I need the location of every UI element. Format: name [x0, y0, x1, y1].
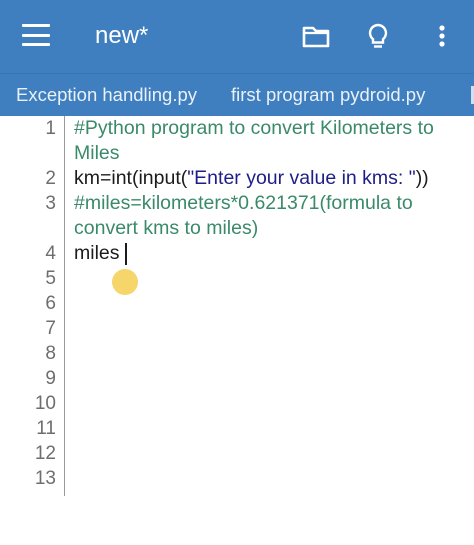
file-title: new* [95, 22, 149, 49]
code-line-comment-wrap: convert kms to miles) [74, 217, 259, 239]
line-number: 7 [45, 318, 56, 339]
code-token: km=int(input( [74, 167, 188, 189]
line-number: 4 [45, 243, 56, 264]
code-line-comment-wrap: Miles [74, 142, 120, 164]
line-number: 6 [45, 293, 56, 314]
line-number: 3 [45, 193, 56, 214]
code-line-current: miles [74, 242, 120, 264]
line-number: 11 [36, 418, 56, 439]
menu-icon[interactable] [22, 24, 50, 46]
line-number: 13 [34, 468, 56, 489]
line-number: 2 [45, 168, 56, 189]
file-tab-bar: Exception handling.py first program pydr… [0, 73, 474, 117]
more-vert-icon[interactable] [426, 20, 458, 52]
code-line-comment: #Python program to convert Kilometers to [74, 117, 434, 139]
code-editor[interactable]: 1 2 3 4 5 6 7 8 9 10 11 12 13 #Python pr… [0, 116, 474, 545]
tab-exception-handling[interactable]: Exception handling.py [16, 84, 197, 106]
code-string-literal: "Enter your value in kms: " [187, 167, 416, 189]
lightbulb-icon[interactable] [362, 20, 394, 52]
line-number: 8 [45, 343, 56, 364]
line-number: 10 [34, 393, 56, 414]
app-bar: new* [0, 0, 474, 73]
line-number: 12 [34, 443, 56, 464]
text-cursor [125, 243, 127, 265]
code-line-input: km=int(input("Enter your value in kms: "… [74, 166, 429, 191]
folder-icon[interactable] [300, 20, 332, 52]
gutter-divider [64, 116, 65, 496]
code-token: )) [415, 167, 429, 189]
tab-first-program[interactable]: first program pydroid.py [231, 84, 425, 106]
code-line-comment: #miles=kilometers*0.621371(formula to [74, 192, 413, 214]
cursor-drag-handle[interactable] [112, 269, 138, 295]
line-number: 9 [45, 368, 56, 389]
line-number: 5 [45, 268, 56, 289]
line-number: 1 [45, 118, 56, 139]
